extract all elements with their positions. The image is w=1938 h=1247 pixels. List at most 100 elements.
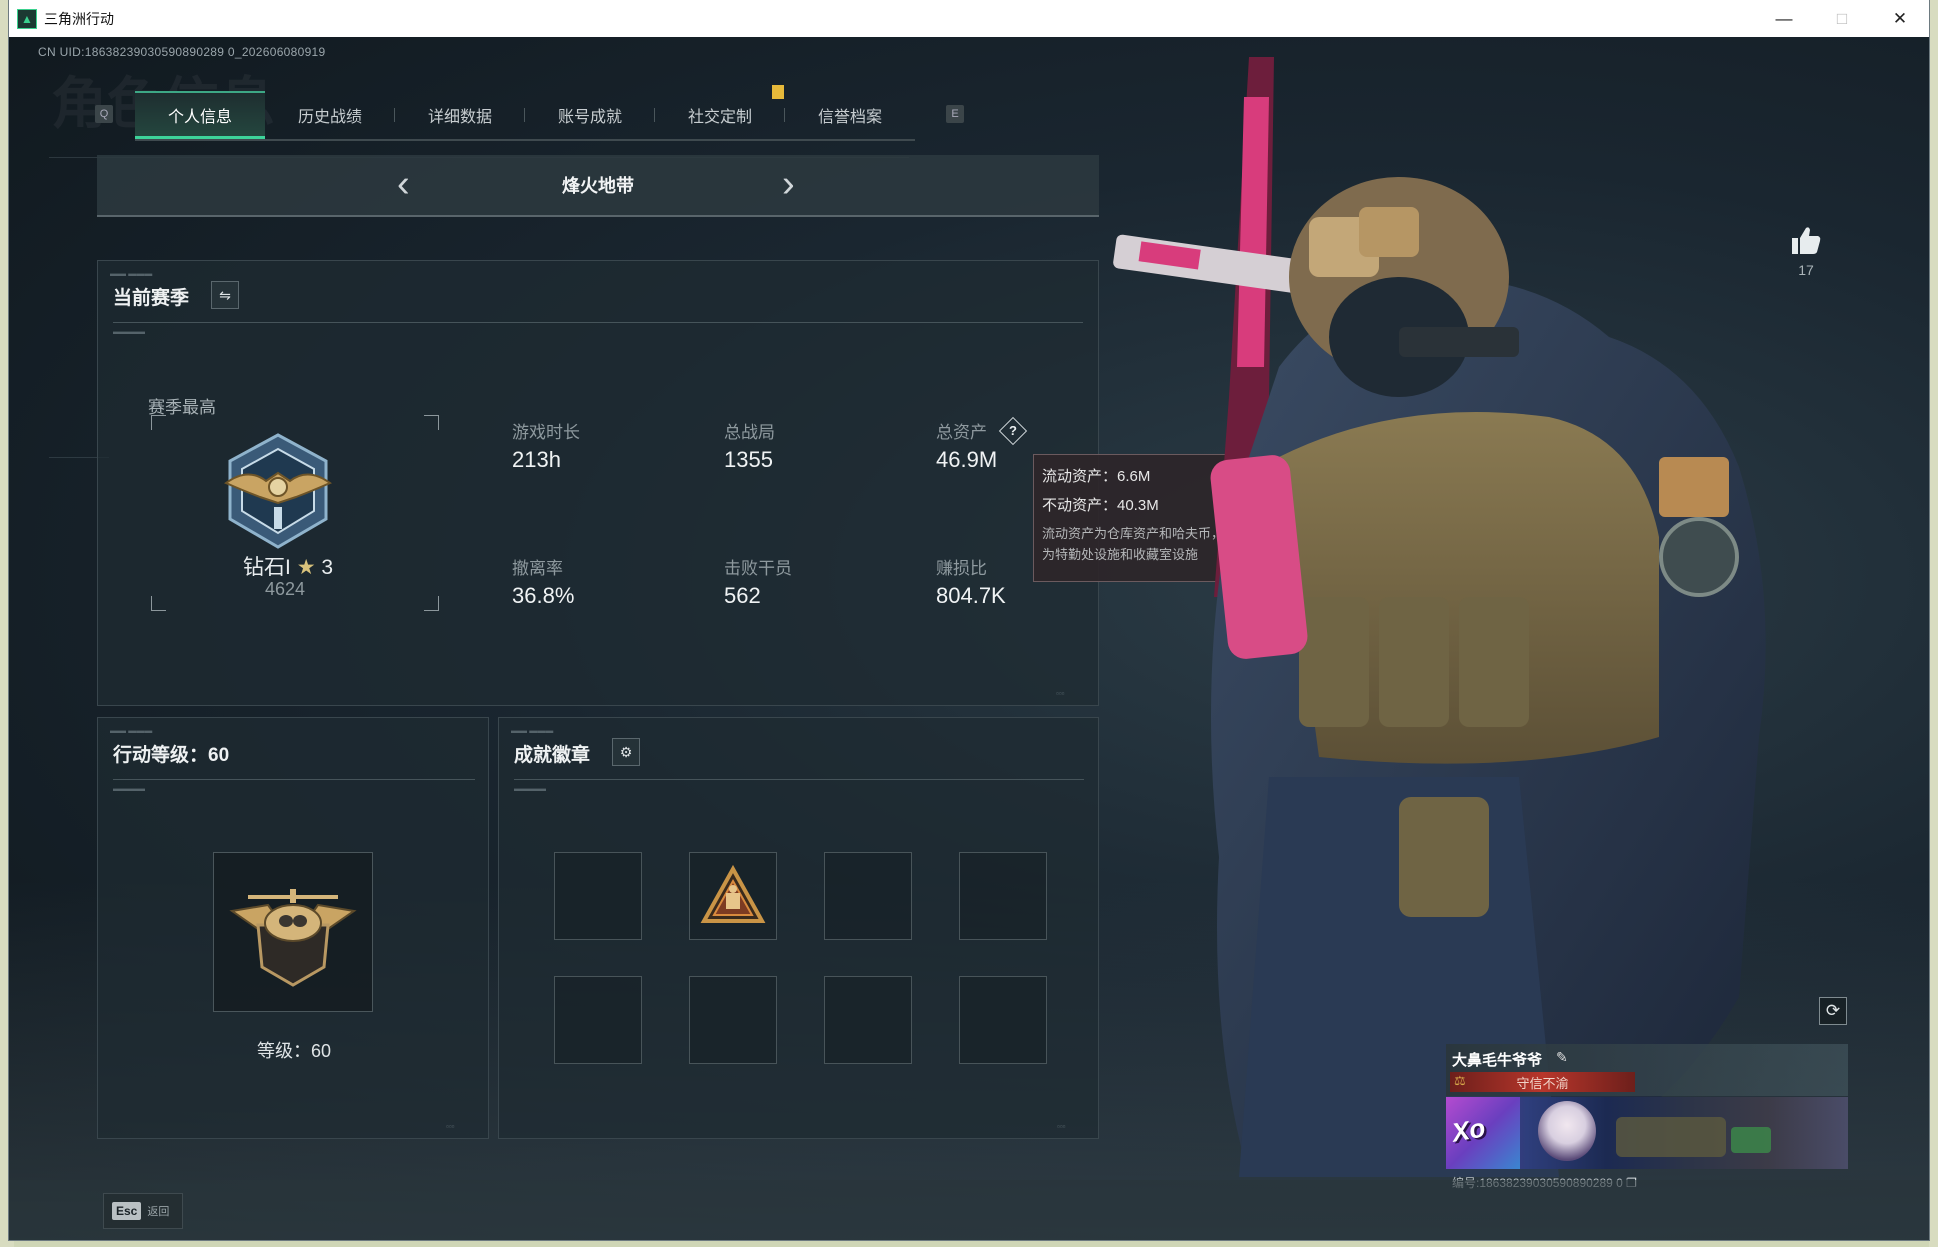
banner-equipment [1616, 1117, 1726, 1157]
decor-marker: ▫▫▫ [1056, 689, 1065, 698]
window-controls: — □ ✕ [1755, 0, 1929, 37]
maximize-button[interactable]: □ [1813, 0, 1871, 37]
stat-label-profit-ratio: 赚损比 [936, 559, 987, 578]
stat-label-matches: 总战局 [724, 423, 775, 442]
badge-slot[interactable] [554, 852, 642, 940]
frame-corner [424, 415, 439, 430]
season-switch-icon[interactable]: ⇋ [211, 281, 239, 309]
mode-title: 烽火地带 [562, 176, 634, 196]
desktop-background-right [1929, 0, 1938, 1247]
frame-corner [151, 596, 166, 611]
level-header-line [113, 779, 475, 780]
operator-character-image [1113, 57, 1766, 1177]
stat-label-extract-rate: 撤离率 [512, 559, 563, 578]
rank-score: 4624 [265, 579, 306, 599]
player-banner: Xo [1446, 1097, 1848, 1169]
badge-slot[interactable] [689, 976, 777, 1064]
stat-value-extract-rate: 36.8% [512, 583, 575, 608]
decor-marker: ▬▬▬▬ [113, 784, 145, 793]
tab-social-custom[interactable]: 社交定制 [655, 91, 785, 139]
close-button[interactable]: ✕ [1871, 0, 1929, 37]
rank-line: 钻石I ★ 3 [243, 551, 333, 581]
badge-slot[interactable] [959, 852, 1047, 940]
window-titlebar: ▲ 三角洲行动 — □ ✕ [9, 0, 1929, 37]
mode-next-arrow[interactable]: › [782, 165, 795, 203]
decor-marker: ▬▬ ▬▬▬ [511, 726, 554, 735]
season-panel: ▬▬ ▬▬▬ 当前赛季 ⇋ ▬▬▬▬ 赛季最高 钻石I ★ 3 4624 游戏时… [97, 260, 1099, 706]
badges-header: 成就徽章 [514, 745, 591, 766]
banner-equipment [1731, 1127, 1771, 1153]
player-title: 守信不渝 [1516, 1075, 1569, 1091]
mode-selector: ‹ 烽火地带 › [97, 155, 1099, 217]
badges-header-line [514, 779, 1084, 780]
esc-key: Esc [112, 1202, 142, 1220]
frame-corner [151, 415, 166, 430]
minimize-button[interactable]: — [1755, 0, 1813, 37]
mode-prev-arrow[interactable]: ‹ [397, 165, 410, 203]
rank-name: 钻石I [243, 556, 291, 579]
game-window: ▲ 三角洲行动 — □ ✕ 角色信息 CN UID:18638239030590… [9, 0, 1929, 1240]
tab-next-key[interactable]: E [946, 105, 964, 123]
helicopter-emblem-icon [229, 889, 357, 987]
tab-detailed-data[interactable]: 详细数据 [395, 91, 525, 139]
badges-settings-icon[interactable]: ⚙ [612, 738, 640, 766]
stat-value-matches: 1355 [724, 447, 773, 472]
likes-counter[interactable]: 17 [1790, 225, 1822, 278]
frame-corner [424, 596, 439, 611]
level-panel: ▬▬ ▬▬▬ 行动等级：60 ▬▬▬▬ 等级：60 ▫▫▫ [97, 717, 489, 1139]
decor-marker: ▫▫▫ [1057, 1122, 1066, 1131]
stat-label-playtime: 游戏时长 [512, 423, 580, 442]
uid-text: CN UID:18638239030590890289 0_2026060809… [38, 45, 326, 59]
decor-marker: ▬▬▬▬ [514, 784, 546, 793]
assets-help-icon[interactable]: ? [998, 416, 1028, 446]
diamond-rank-icon [224, 433, 332, 549]
decor-marker: ▬▬ ▬▬▬ [110, 269, 153, 278]
level-text: 等级：60 [256, 1041, 332, 1061]
tab-history[interactable]: 历史战绩 [265, 91, 395, 139]
player-title-badge: ⚖ 守信不渝 [1450, 1072, 1635, 1092]
rank-star-icon: ★ [296, 556, 316, 579]
back-button[interactable]: Esc 返回 [103, 1193, 183, 1229]
tab-bar: 个人信息 历史战绩 详细数据 账号成就 社交定制 信誉档案 [135, 91, 915, 141]
banner-avatar: Xo [1446, 1097, 1520, 1169]
stat-value-assets: 46.9M [936, 447, 998, 472]
refresh-icon[interactable]: ⟳ [1819, 997, 1847, 1025]
thumbs-up-icon[interactable] [1790, 225, 1822, 255]
badge-slot[interactable] [824, 852, 912, 940]
stat-label-assets: 总资产 [936, 423, 987, 442]
tab-achievements[interactable]: 账号成就 [525, 91, 655, 139]
badges-panel: ▬▬ ▬▬▬ 成就徽章 ⚙ ▬▬▬▬ ▫▫▫ [498, 717, 1099, 1139]
back-label: 返回 [147, 1206, 170, 1218]
season-header: 当前赛季 [113, 288, 190, 309]
app-icon: ▲ [17, 8, 37, 29]
profile-screen: 角色信息 CN UID:18638239030590890289 0_20260… [9, 37, 1929, 1240]
decor-marker: ▫▫▫ [446, 1122, 455, 1131]
badge-slot[interactable] [554, 976, 642, 1064]
season-header-line [113, 322, 1083, 323]
tab-alert-badge [772, 85, 784, 99]
stat-label-kills: 击败干员 [724, 559, 792, 578]
title-emblem-icon: ⚖ [1454, 1073, 1466, 1088]
window-title: 三角洲行动 [44, 10, 114, 27]
level-emblem-frame [213, 852, 373, 1012]
player-card-header: 大鼻毛牛爷爷 ✎ ⚖ 守信不渝 [1446, 1044, 1848, 1096]
tab-prev-key[interactable]: Q [95, 105, 113, 123]
chibi-character-image [1538, 1101, 1596, 1161]
player-card[interactable]: 大鼻毛牛爷爷 ✎ ⚖ 守信不渝 Xo 编号:186382390305908902… [1446, 1044, 1848, 1196]
rank-stars: 3 [321, 556, 334, 579]
badge-slot[interactable] [959, 976, 1047, 1064]
player-name: 大鼻毛牛爷爷 [1452, 1052, 1543, 1069]
edit-name-icon[interactable]: ✎ [1556, 1049, 1568, 1066]
decor-marker: ▬▬ ▬▬▬ [110, 726, 153, 735]
level-header: 行动等级：60 [113, 745, 230, 766]
tab-reputation[interactable]: 信誉档案 [785, 91, 915, 139]
stat-value-kills: 562 [724, 583, 761, 608]
likes-count: 17 [1798, 262, 1814, 278]
bottom-bar [9, 1180, 1929, 1240]
pyramid-badge-icon [700, 864, 766, 923]
badge-slot[interactable] [824, 976, 912, 1064]
tab-personal-info[interactable]: 个人信息 [135, 91, 265, 139]
stat-value-profit-ratio: 804.7K [936, 583, 1006, 608]
decor-marker: ▬▬▬▬ [113, 327, 145, 336]
badge-slot-filled[interactable] [689, 852, 777, 940]
